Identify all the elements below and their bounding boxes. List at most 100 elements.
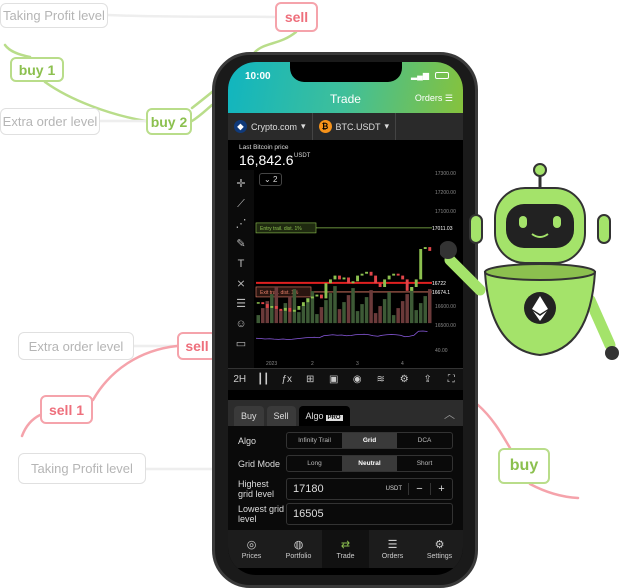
lowest-grid-input[interactable]: 16505 xyxy=(286,503,453,525)
volume-bar xyxy=(382,299,387,324)
volume-bar xyxy=(342,302,346,324)
orders-button[interactable]: Orders ☰ xyxy=(415,93,453,104)
exchange-row: ◆ Crypto.com ▾ ₿ BTC.USDT ▾ xyxy=(228,113,463,140)
x-tick-label: 3 xyxy=(356,361,359,367)
fullscreen-icon[interactable]: ⛶ xyxy=(440,374,464,385)
candle xyxy=(405,279,409,291)
layers-icon[interactable]: ≋ xyxy=(369,374,393,385)
compare-icon[interactable]: ▣ xyxy=(322,374,346,385)
candle xyxy=(351,281,355,284)
tab-sell[interactable]: Sell xyxy=(266,406,296,426)
nav-portfolio[interactable]: ◍ Portfolio xyxy=(275,530,322,568)
highest-grid-input[interactable]: 17180 USDT − + xyxy=(286,478,453,500)
eye-icon[interactable]: ◉ xyxy=(346,374,370,385)
algo-grid[interactable]: Grid xyxy=(342,433,397,448)
tab-algo[interactable]: Algo PRO xyxy=(298,406,350,426)
lowest-grid-label: Lowest grid level xyxy=(238,504,285,524)
buy-tag-right: buy xyxy=(498,448,550,484)
volume-bar xyxy=(364,297,369,324)
x-tick-label: 2 xyxy=(311,361,314,367)
mode-long[interactable]: Long xyxy=(287,456,342,471)
volume-bar xyxy=(315,314,319,324)
volume-bar xyxy=(337,309,342,324)
collapse-chevron-icon[interactable]: ︿ xyxy=(444,406,455,422)
candle xyxy=(378,283,382,287)
settings-gear-icon: ⚙ xyxy=(434,539,445,551)
volume-bar xyxy=(274,287,279,324)
add-frame-icon[interactable]: ⊞ xyxy=(299,374,323,385)
drawing-tool-icon[interactable]: T xyxy=(238,258,245,270)
highest-grid-label: Highest grid level xyxy=(238,479,275,499)
drawing-tool-icon[interactable]: ☺ xyxy=(235,318,246,330)
bottom-nav: ◎ Prices ◍ Portfolio ⇄ Trade ☰ Orders ⚙ Setti… xyxy=(228,530,463,568)
drawing-tool-icon[interactable]: ✛ xyxy=(236,178,245,190)
candle xyxy=(414,279,418,287)
candle xyxy=(410,287,414,291)
share-icon[interactable]: ⇪ xyxy=(416,374,440,385)
notch xyxy=(290,62,402,82)
nav-settings[interactable]: ⚙ Settings xyxy=(416,530,463,568)
candle xyxy=(256,302,260,304)
app-header: 10:00 ▂▄▆ Trade Orders ☰ xyxy=(228,62,463,113)
grid-mode-selector: Long Neutral Short xyxy=(286,455,453,472)
rsi-line xyxy=(255,330,428,340)
tab-buy[interactable]: Buy xyxy=(234,406,264,426)
volume-bar xyxy=(360,304,364,324)
drawing-tool-icon[interactable]: ⋰ xyxy=(236,218,247,230)
coins-icon: ◎ xyxy=(246,539,257,551)
candle xyxy=(383,279,387,287)
candle xyxy=(329,279,332,284)
volume-bar xyxy=(423,296,427,324)
tab-algo-label: Algo xyxy=(305,411,324,421)
volume-bar xyxy=(355,311,360,324)
candle xyxy=(347,277,350,284)
drawing-tool-icon[interactable]: ☰ xyxy=(236,298,246,310)
nav-orders[interactable]: ☰ Orders xyxy=(369,530,416,568)
gear-icon[interactable]: ⚙ xyxy=(393,374,417,385)
drawing-tool-icon[interactable]: ✎ xyxy=(236,238,245,250)
interval-button[interactable]: 2H xyxy=(228,374,252,385)
interval-badge[interactable]: ⌄ 2 xyxy=(259,173,283,186)
algo-label: Algo xyxy=(238,435,257,446)
algo-dca[interactable]: DCA xyxy=(397,433,452,448)
exchange-selector[interactable]: ◆ Crypto.com ▾ xyxy=(228,113,313,140)
candle xyxy=(261,302,265,305)
candle xyxy=(292,309,296,312)
mode-short[interactable]: Short xyxy=(397,456,452,471)
order-panel: Buy Sell Algo PRO ︿ Algo Infinity Trail Gr… xyxy=(228,400,463,530)
volume-bar xyxy=(346,295,351,324)
volume-bar xyxy=(333,286,337,324)
decrement-button[interactable]: − xyxy=(408,483,430,495)
volume-bar xyxy=(310,291,315,324)
orders-icon: ☰ xyxy=(387,539,398,551)
pro-badge: PRO xyxy=(325,415,343,421)
volume-bar xyxy=(270,294,274,324)
candle xyxy=(319,294,323,299)
extra-order-label-bottom: Extra order level xyxy=(18,332,134,360)
candle xyxy=(387,275,391,280)
candle xyxy=(274,306,278,309)
drawing-tool-icon[interactable]: ▭ xyxy=(236,338,246,350)
highest-grid-value: 17180 xyxy=(293,483,324,495)
candle xyxy=(396,273,400,276)
nav-trade[interactable]: ⇄ Trade xyxy=(322,530,369,568)
pair-selector[interactable]: ₿ BTC.USDT ▾ xyxy=(313,113,397,140)
increment-button[interactable]: + xyxy=(430,483,452,495)
extra-order-label-top: Extra order level xyxy=(0,108,100,135)
candles-icon[interactable]: ┃┃ xyxy=(252,374,276,385)
grid-mode-label: Grid Mode xyxy=(238,458,281,469)
nav-prices[interactable]: ◎ Prices xyxy=(228,530,275,568)
drawing-tool-icon[interactable]: ⟋ xyxy=(237,198,245,210)
volume-bar xyxy=(261,308,265,324)
candle xyxy=(374,275,378,284)
nav-prices-label: Prices xyxy=(241,553,262,560)
chart-area[interactable]: Last Bitcoin price 16,842.6 USDT ✛ ⟋ ⋰ ✎ T ⨯ ☰… xyxy=(228,140,463,368)
drawing-tool-icon[interactable]: ⨯ xyxy=(236,278,245,290)
algo-infinity-trail[interactable]: Infinity Trail xyxy=(287,433,342,448)
x-tick-label: 4 xyxy=(401,361,404,367)
candle xyxy=(333,275,337,280)
nav-orders-label: Orders xyxy=(381,553,404,560)
volume-bar xyxy=(418,303,423,324)
indicators-icon[interactable]: ƒx xyxy=(275,374,299,385)
mode-neutral[interactable]: Neutral xyxy=(342,456,397,471)
